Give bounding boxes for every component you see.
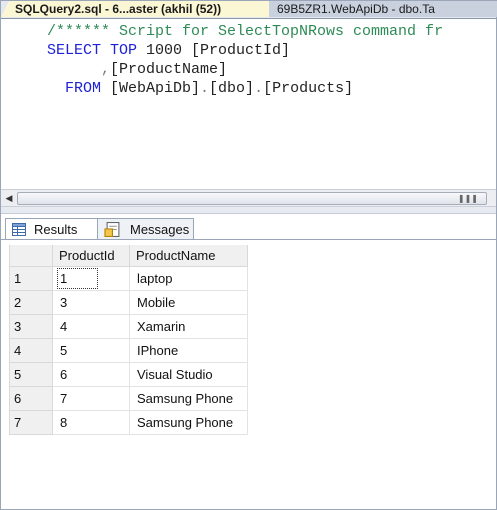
code-token: 1000 [ProductId] [146, 42, 291, 59]
tab-messages[interactable]: Messages [98, 218, 194, 240]
pane-splitter[interactable] [1, 207, 496, 214]
row-number[interactable]: 7 [9, 410, 53, 435]
column-header-productid[interactable]: ProductId [52, 245, 130, 267]
cell-productid-text: 1 [56, 268, 99, 289]
results-grid: ProductId ProductName 1 1 laptop 2 3 Mobile 3 4… [9, 245, 248, 435]
cell-productid-text: 5 [60, 343, 68, 358]
results-tab-strip: Results Messages [1, 214, 496, 242]
code-token: [dbo] [209, 80, 255, 97]
row-number[interactable]: 5 [9, 362, 53, 387]
code-token: FROM [47, 80, 111, 97]
code-token: SELECT TOP [47, 42, 147, 59]
row-number-text: 6 [14, 391, 22, 406]
cell-productid-text: 7 [60, 391, 68, 406]
tab-products-table[interactable]: 69B5ZR1.WebApiDb - dbo.Ta [269, 1, 497, 17]
code-token: , [47, 61, 111, 78]
row-number-text: 3 [14, 319, 22, 334]
tab-messages-label: Messages [130, 222, 190, 237]
cell-productid[interactable]: 6 [52, 362, 130, 387]
row-number[interactable]: 2 [9, 290, 53, 315]
cell-productid[interactable]: 3 [52, 290, 130, 315]
code-line: FROM [WebApiDb].[dbo].[Products] [47, 79, 443, 98]
editor-horizontal-scrollbar[interactable]: ◀ ❚❚❚ [1, 189, 496, 207]
scroll-thumb[interactable]: ❚❚❚ [17, 192, 487, 205]
table-row[interactable]: 1 1 laptop [9, 266, 248, 291]
row-number[interactable]: 4 [9, 338, 53, 363]
cell-productname-text: Xamarin [137, 319, 186, 334]
code-token: . [254, 80, 264, 97]
code-token: /****** Script for SelectTopNRows comman… [47, 23, 444, 40]
grid-header-row: ProductId ProductName [9, 245, 248, 267]
messages-icon [104, 222, 120, 237]
cell-productname-text: Samsung Phone [137, 415, 234, 430]
cell-productname-text: Samsung Phone [137, 391, 234, 406]
row-number[interactable]: 1 [9, 266, 53, 291]
cell-productid[interactable]: 7 [52, 386, 130, 411]
row-number-text: 2 [14, 295, 22, 310]
cell-productname[interactable]: Visual Studio [129, 362, 248, 387]
cell-productname-text: Mobile [137, 295, 176, 310]
row-number-text: 7 [14, 415, 22, 430]
tab-underline [1, 239, 496, 240]
code-token: [ProductName] [110, 61, 228, 78]
tab-sqlquery2[interactable]: SQLQuery2.sql - 6...aster (akhil (52)) [1, 1, 283, 17]
code-line: ,[ProductName] [47, 60, 443, 79]
cell-productname-text: IPhone [137, 343, 179, 358]
code-line: /****** Script for SelectTopNRows comman… [47, 22, 443, 41]
document-tab-strip: SQLQuery2.sql - 6...aster (akhil (52)) 6… [1, 1, 497, 19]
scroll-left-arrow-icon[interactable]: ◀ [2, 190, 16, 206]
cell-productid[interactable]: 8 [52, 410, 130, 435]
row-number[interactable]: 6 [9, 386, 53, 411]
cell-productid-text: 6 [60, 367, 68, 382]
cell-productname[interactable]: Mobile [129, 290, 248, 315]
grid-icon [12, 223, 26, 236]
query-editor[interactable]: /****** Script for SelectTopNRows comman… [1, 19, 496, 189]
cell-productname[interactable]: Samsung Phone [129, 410, 248, 435]
code-token: [WebApiDb] [110, 80, 201, 97]
cell-productname-text: Visual Studio [137, 367, 213, 382]
table-row[interactable]: 5 6 Visual Studio [9, 362, 248, 387]
table-row[interactable]: 4 5 IPhone [9, 338, 248, 363]
cell-productid-text: 3 [60, 295, 68, 310]
cell-productname[interactable]: Xamarin [129, 314, 248, 339]
table-row[interactable]: 2 3 Mobile [9, 290, 248, 315]
table-row[interactable]: 6 7 Samsung Phone [9, 386, 248, 411]
table-row[interactable]: 3 4 Xamarin [9, 314, 248, 339]
cell-productname[interactable]: laptop [129, 266, 248, 291]
query-text[interactable]: /****** Script for SelectTopNRows comman… [47, 22, 443, 98]
column-header-productname[interactable]: ProductName [129, 245, 248, 267]
cell-productid[interactable]: 1 [52, 266, 130, 291]
cell-productid-text: 8 [60, 415, 68, 430]
cell-productid[interactable]: 4 [52, 314, 130, 339]
row-number-text: 1 [14, 271, 22, 286]
cell-productname-text: laptop [137, 271, 173, 286]
row-number-text: 4 [14, 343, 22, 358]
grip-icon: ❚❚❚ [457, 194, 478, 203]
cell-productname[interactable]: IPhone [129, 338, 248, 363]
cell-productid-text: 4 [60, 319, 68, 334]
sql-editor-window: SQLQuery2.sql - 6...aster (akhil (52)) 6… [0, 0, 497, 510]
table-row[interactable]: 7 8 Samsung Phone [9, 410, 248, 435]
code-line: SELECT TOP 1000 [ProductId] [47, 41, 443, 60]
cell-productname[interactable]: Samsung Phone [129, 386, 248, 411]
row-number-text: 5 [14, 367, 22, 382]
tab-results-label: Results [34, 222, 78, 237]
row-number[interactable]: 3 [9, 314, 53, 339]
code-token: . [200, 80, 210, 97]
cell-productid[interactable]: 5 [52, 338, 130, 363]
code-token: [Products] [263, 80, 354, 97]
row-number-header [9, 245, 53, 267]
tab-results[interactable]: Results [5, 218, 98, 240]
